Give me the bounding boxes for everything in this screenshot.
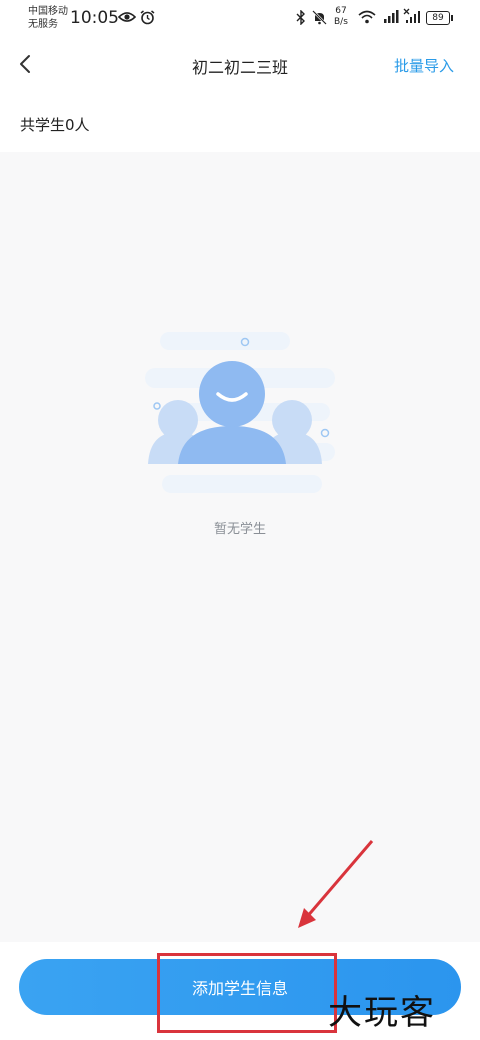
status-bar: 中国移动 无服务 10:05 67 B/s 89 — [0, 0, 480, 40]
student-count: 共学生0人 — [20, 116, 90, 134]
carrier-service: 无服务 — [28, 19, 58, 30]
speed-value: 67 — [335, 6, 347, 16]
carrier-info: 中国移动 无服务 — [28, 5, 68, 31]
network-speed: 67 B/s — [334, 6, 348, 28]
eye-icon — [118, 12, 136, 22]
alarm-icon — [140, 10, 155, 25]
status-time: 10:05 — [70, 8, 119, 28]
empty-state-text: 暂无学生 — [213, 522, 266, 537]
signal-4g-icon — [384, 10, 399, 23]
signal-none-icon — [403, 8, 420, 23]
speed-unit: B/s — [334, 17, 348, 27]
student-list-area: 暂无学生 — [0, 152, 480, 942]
carrier-name: 中国移动 — [28, 6, 68, 17]
watermark-logo: 大玩客 — [328, 993, 436, 1033]
battery-icon: 89 — [426, 11, 453, 25]
bluetooth-icon — [296, 10, 305, 25]
page-header: 初二初二三班 批量导入 — [0, 40, 480, 90]
batch-import-button[interactable]: 批量导入 — [394, 55, 454, 76]
wifi-icon — [358, 10, 376, 24]
add-student-label: 添加学生信息 — [191, 979, 288, 998]
empty-students-illustration — [145, 332, 335, 493]
mute-bell-icon — [312, 10, 327, 25]
